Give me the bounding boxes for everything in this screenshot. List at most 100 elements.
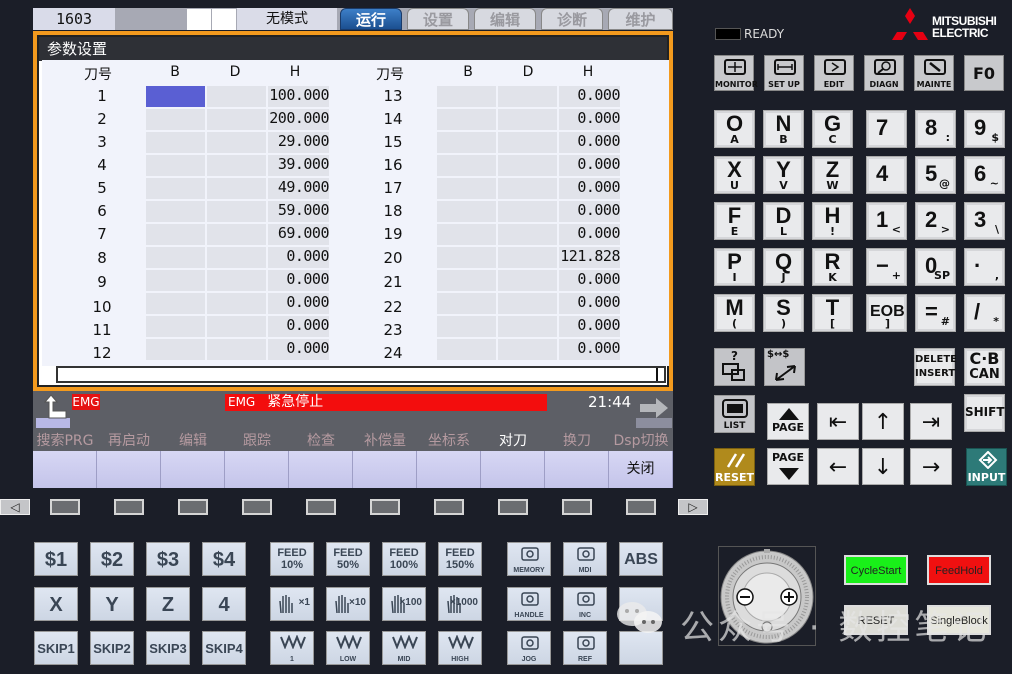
mode-memory-button[interactable]: MEMORY	[507, 542, 551, 576]
op-key-s1[interactable]: $1	[34, 542, 78, 576]
function-key-1[interactable]	[50, 499, 80, 515]
function-key-5[interactable]	[306, 499, 336, 515]
key-num-11[interactable]: ·,	[964, 248, 1005, 286]
key-num-2[interactable]: 9 $	[964, 110, 1005, 148]
key-num-12[interactable]: EOB]	[866, 294, 907, 332]
key-s[interactable]: S)	[763, 294, 804, 332]
mode-inc-button[interactable]: INC	[563, 587, 607, 621]
end-button[interactable]: ⇥	[910, 403, 952, 440]
op-key-x[interactable]: X	[34, 587, 78, 621]
tab-setup[interactable]: 设置	[407, 8, 469, 30]
shift-button[interactable]: SHIFT	[964, 394, 1005, 432]
page-down-button[interactable]: PAGE	[767, 448, 809, 485]
monitor-button[interactable]: MONITOR	[714, 55, 758, 91]
b-cell[interactable]	[437, 201, 496, 222]
tab-diagnosis[interactable]: 诊断	[541, 8, 603, 30]
feed-override-50[interactable]: FEED 50%	[326, 542, 370, 576]
op-key-s2[interactable]: $2	[90, 542, 134, 576]
b-cell[interactable]	[437, 247, 496, 268]
key-num-1[interactable]: 8:	[915, 110, 956, 148]
key-g[interactable]: GC	[812, 110, 853, 148]
softkey-5[interactable]	[289, 451, 353, 488]
op-key-4[interactable]: 4	[202, 587, 246, 621]
rapid-1[interactable]: 1	[270, 631, 314, 665]
key-m[interactable]: M(	[714, 294, 755, 332]
key-h[interactable]: H!	[812, 202, 853, 240]
feed-override-150[interactable]: FEED 150%	[438, 542, 482, 576]
diagn-button[interactable]: DIAGN	[864, 55, 904, 91]
key-num-10[interactable]: 0 SP	[915, 248, 956, 286]
b-cell[interactable]	[437, 86, 496, 107]
key-num-5[interactable]: 6 ~	[964, 156, 1005, 194]
function-key-7[interactable]	[434, 499, 464, 515]
cycle-start-button[interactable]: CycleStart	[844, 555, 908, 585]
b-cell[interactable]	[146, 86, 205, 107]
delete-insert-button[interactable]: DELETE INSERT	[914, 348, 957, 386]
b-cell[interactable]	[146, 339, 205, 360]
key-num-6[interactable]: 1 <	[866, 202, 907, 240]
softkey-3[interactable]	[161, 451, 225, 488]
reset-button[interactable]: RESET	[714, 448, 755, 486]
key-num-8[interactable]: 3 \	[964, 202, 1005, 240]
list-button[interactable]: LIST	[714, 395, 755, 433]
input-button[interactable]: INPUT	[966, 448, 1007, 486]
softkey-6[interactable]	[353, 451, 417, 488]
key-num-7[interactable]: 2 >	[915, 202, 956, 240]
softkey-7[interactable]	[417, 451, 481, 488]
function-key-6[interactable]	[370, 499, 400, 515]
op-key-skip1[interactable]: SKIP1	[34, 631, 78, 665]
cursor-down-button[interactable]: ↓	[862, 448, 904, 485]
b-cell[interactable]	[437, 270, 496, 291]
softkey-10[interactable]: 关闭	[609, 451, 673, 488]
f0-button[interactable]: F0	[964, 55, 1004, 91]
function-key-2[interactable]	[114, 499, 144, 515]
softkey-1[interactable]	[33, 451, 97, 488]
data-input-field[interactable]	[56, 366, 666, 383]
key-t[interactable]: T[	[812, 294, 853, 332]
b-cell[interactable]	[437, 224, 496, 245]
b-cell[interactable]	[437, 293, 496, 314]
softkey-9[interactable]	[545, 451, 609, 488]
mode-ref-button[interactable]: REF	[563, 631, 607, 665]
handle-multiplier-1[interactable]: ×1	[270, 587, 314, 621]
handle-multiplier-3[interactable]: ×100	[382, 587, 426, 621]
b-cell[interactable]	[146, 316, 205, 337]
cursor-up-button[interactable]: ↑	[862, 403, 904, 440]
key-r[interactable]: RK	[812, 248, 853, 286]
key-z[interactable]: ZW	[812, 156, 853, 194]
page-up-button[interactable]: PAGE	[767, 403, 809, 440]
b-cell[interactable]	[437, 178, 496, 199]
softkey-2[interactable]	[97, 451, 161, 488]
key-d[interactable]: DL	[763, 202, 804, 240]
b-cell[interactable]	[146, 178, 205, 199]
edit-button[interactable]: EDIT	[814, 55, 854, 91]
b-cell[interactable]	[437, 339, 496, 360]
set-up-button[interactable]: SET UP	[764, 55, 804, 91]
back-icon[interactable]	[36, 394, 70, 428]
b-cell[interactable]	[146, 201, 205, 222]
softkey-4[interactable]	[225, 451, 289, 488]
key-x[interactable]: XU	[714, 156, 755, 194]
key-n[interactable]: NB	[763, 110, 804, 148]
rapid-high[interactable]: HIGH	[438, 631, 482, 665]
op-key-s3[interactable]: $3	[146, 542, 190, 576]
b-cell[interactable]	[437, 109, 496, 130]
tab-run[interactable]: 运行	[340, 8, 402, 30]
home-button[interactable]: ⇤	[817, 403, 859, 440]
mode-abs-button[interactable]: ABS	[619, 542, 663, 576]
op-key-z[interactable]: Z	[146, 587, 190, 621]
feed-override-10[interactable]: FEED 10%	[270, 542, 314, 576]
feed-hold-button[interactable]: FeedHold	[927, 555, 991, 585]
op-key-skip4[interactable]: SKIP4	[202, 631, 246, 665]
handle-multiplier-2[interactable]: ×10	[326, 587, 370, 621]
rapid-mid[interactable]: MID	[382, 631, 426, 665]
function-key-10[interactable]	[626, 499, 656, 515]
mode-mdi-button[interactable]: MDI	[563, 542, 607, 576]
cb-can-button[interactable]: C·B CAN	[964, 348, 1005, 386]
b-cell[interactable]	[146, 293, 205, 314]
key-num-14[interactable]: / *	[964, 294, 1005, 332]
help-window-button[interactable]: ?	[714, 348, 755, 386]
op-key-skip3[interactable]: SKIP3	[146, 631, 190, 665]
b-cell[interactable]	[146, 132, 205, 153]
mode-jog-button[interactable]: JOG	[507, 631, 551, 665]
